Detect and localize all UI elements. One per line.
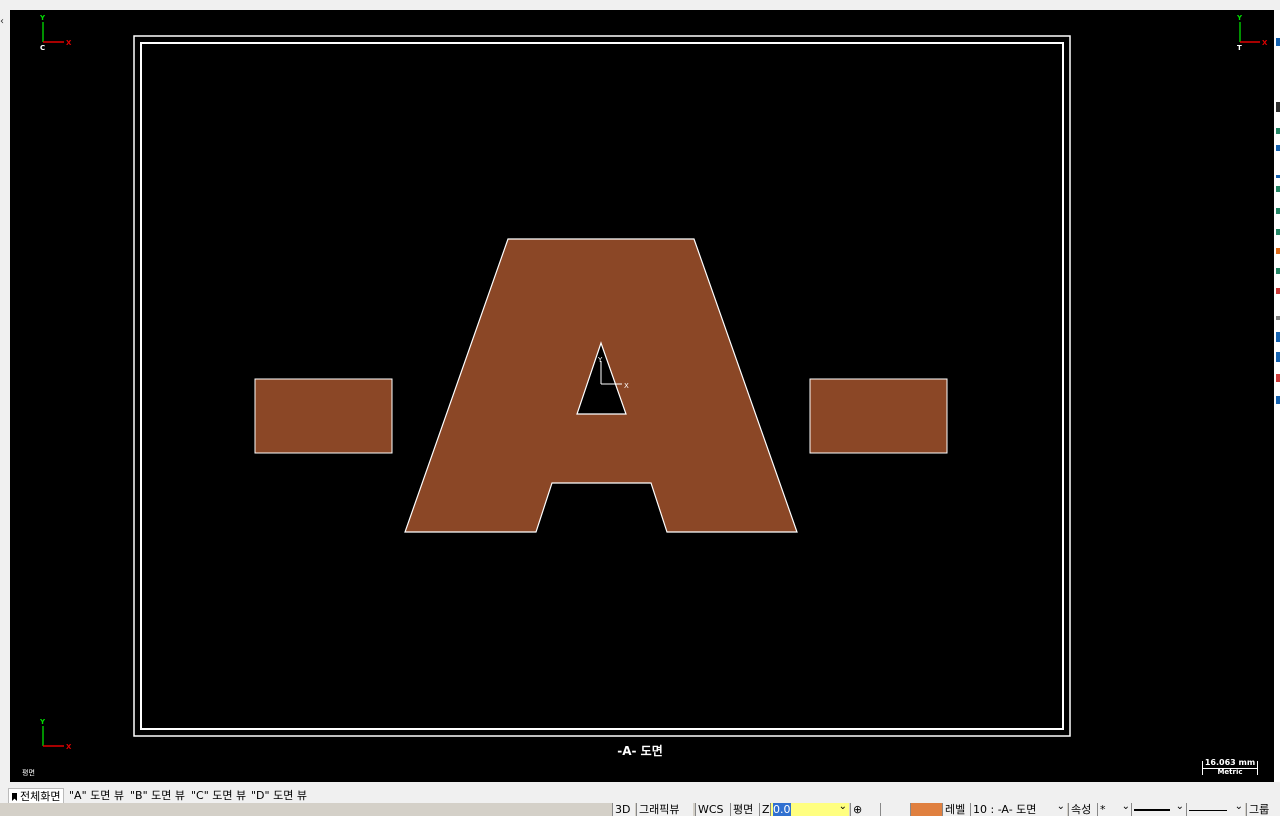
gnomon-top-left-icon: Y X C	[39, 14, 72, 52]
graphics-view-button[interactable]: 그래픽뷰	[636, 803, 693, 816]
attribute-dropdown[interactable]: *	[1097, 803, 1132, 816]
plane-button[interactable]: 평면	[730, 803, 761, 816]
tab-d-drawing-view[interactable]: "D" 도면 뷰	[248, 788, 310, 803]
scale-indicator: 16.063 mm Metric	[1200, 758, 1260, 778]
toolbar-icon[interactable]	[1276, 352, 1280, 362]
group-button[interactable]: 그룹	[1246, 803, 1280, 816]
gnomon-tl-x: X	[66, 39, 72, 47]
sheet-title: -A- 도면	[617, 744, 663, 758]
mode-3d-button[interactable]: 3D	[612, 803, 635, 816]
origin-y-label: Y	[597, 356, 603, 364]
line-style-dropdown[interactable]	[1131, 803, 1186, 816]
bookmark-icon	[12, 793, 17, 801]
right-toolbar-strip	[1274, 10, 1280, 782]
view-plane-label: 평면	[22, 769, 35, 777]
wcs-button[interactable]: WCS	[695, 803, 730, 816]
tab-a-drawing-view[interactable]: "A" 도면 뷰	[66, 788, 127, 803]
level-label: 레벨	[942, 803, 971, 816]
gnomon-bl-x: X	[66, 743, 72, 751]
collapse-chevron-icon[interactable]: ‹	[0, 17, 4, 27]
window-top-edge	[0, 0, 1280, 10]
toolbar-icon[interactable]	[1276, 102, 1280, 112]
level-dropdown[interactable]: 10 : -A- 도면	[970, 803, 1067, 816]
toolbar-icon[interactable]	[1276, 186, 1280, 192]
gnomon-bl-y: Y	[39, 718, 46, 726]
toolbar-icon[interactable]	[1276, 128, 1280, 134]
toolbar-icon[interactable]	[1276, 332, 1280, 342]
gnomon-tr-letter: T	[1237, 44, 1242, 52]
toolbar-icon[interactable]	[1276, 248, 1280, 254]
origin-x-label: X	[624, 382, 629, 390]
toolbar-icon[interactable]	[1276, 208, 1280, 214]
tab-c-drawing-view[interactable]: "C" 도면 뷰	[188, 788, 249, 803]
scale-value: 16.063 mm	[1204, 758, 1256, 767]
view-tabs-bar: 전체화면 "A" 도면 뷰 "B" 도면 뷰 "C" 도면 뷰 "D" 도면 뷰	[0, 787, 1280, 804]
fill-color-button[interactable]	[910, 803, 943, 816]
z-depth-field[interactable]: 0.0	[770, 803, 849, 816]
toolbar-icon[interactable]	[1276, 145, 1280, 151]
toolbar-icon[interactable]	[1276, 374, 1280, 382]
scale-unit: Metric	[1217, 768, 1243, 776]
toolbar-icon[interactable]	[1276, 288, 1280, 294]
letter-a-shape	[404, 238, 798, 533]
toolbar-icon[interactable]	[1276, 38, 1280, 46]
gnomon-tr-x: X	[1262, 39, 1268, 47]
graphics-viewport[interactable]: Y X Y X C Y X T Y X -A- 도면 평면 16.063 mm …	[10, 10, 1274, 782]
toolbar-icon[interactable]	[1276, 229, 1280, 235]
toolbar-icon[interactable]	[1276, 396, 1280, 404]
tab-full-screen[interactable]: 전체화면	[8, 788, 65, 804]
attribute-label: 속성	[1068, 803, 1097, 816]
gnomon-bottom-left-icon: Y X	[39, 718, 72, 751]
status-bar: 3D 그래픽뷰 WCS 평면 Z 0.0 ⊕ 레벨 10 : -A- 도면 속성…	[0, 803, 1280, 816]
window-left-edge: ‹	[0, 0, 10, 816]
toolbar-icon[interactable]	[1276, 268, 1280, 274]
color-swatch-button[interactable]	[880, 803, 911, 816]
right-dash-shape	[809, 378, 948, 454]
tab-b-drawing-view[interactable]: "B" 도면 뷰	[127, 788, 188, 803]
layer-toggle-icon[interactable]: ⊕	[850, 803, 881, 816]
toolbar-icon[interactable]	[1276, 316, 1280, 320]
toolbar-icon[interactable]	[1276, 175, 1280, 178]
gnomon-top-right-icon: Y X T	[1236, 14, 1268, 52]
left-dash-shape	[254, 378, 393, 454]
gnomon-tl-letter: C	[40, 44, 45, 52]
gnomon-tl-y: Y	[39, 14, 46, 22]
drawing-canvas[interactable]: Y X Y X C Y X T Y X	[10, 10, 1274, 782]
gnomon-tr-y: Y	[1236, 14, 1243, 22]
line-weight-dropdown[interactable]	[1186, 803, 1245, 816]
